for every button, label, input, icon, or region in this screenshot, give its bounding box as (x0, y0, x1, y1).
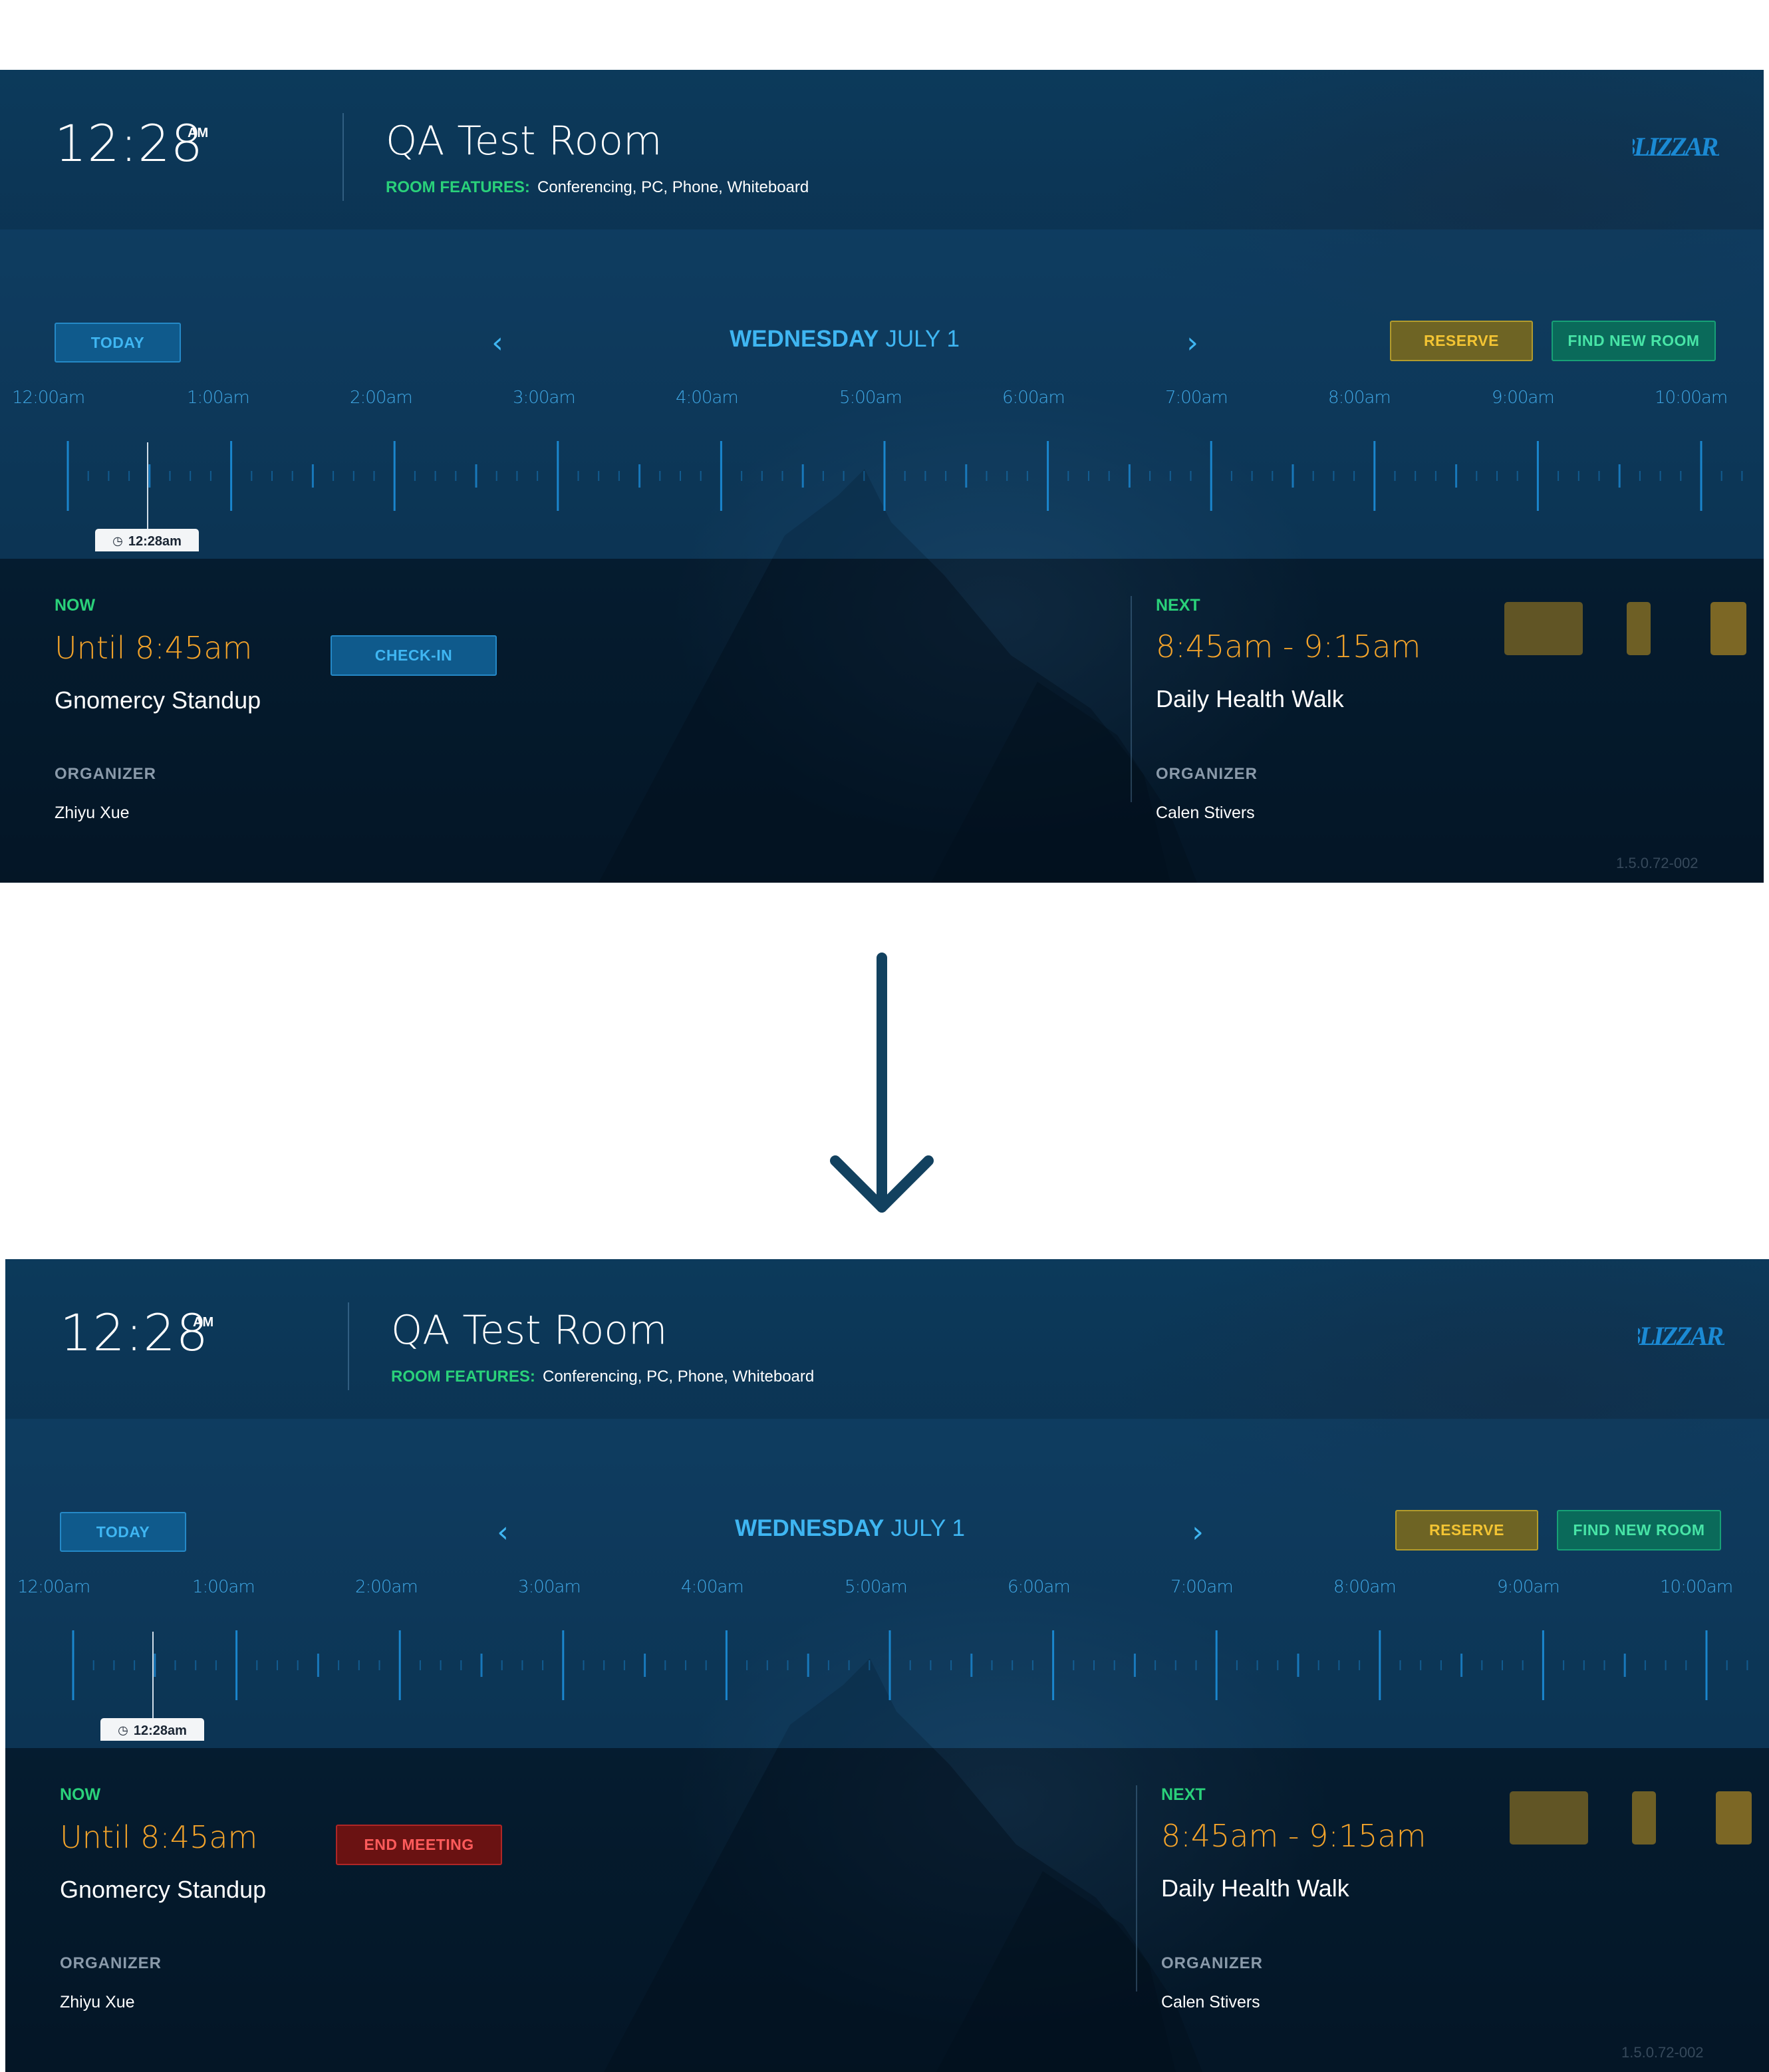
hour-label: 4:00am (681, 1577, 744, 1597)
hour-label: 3:00am (513, 388, 576, 408)
down-arrow-icon (830, 953, 934, 1213)
schedule-toolbar: TODAY ‹ WEDNESDAY JULY 1 › RESERVE FIND N… (5, 1419, 1769, 1845)
current-time-badge-text: 12:28am (133, 1723, 187, 1738)
next-label: NEXT (1161, 1785, 1206, 1804)
next-organizer-name: Calen Stivers (1156, 804, 1255, 822)
version-number: 1.5.0.72-002 (1621, 2044, 1704, 2061)
am-pm-indicator: AM (188, 126, 209, 140)
date-day: WEDNESDAY (735, 1515, 884, 1541)
hour-label: 3:00am (518, 1577, 581, 1597)
today-button[interactable]: TODAY (55, 323, 181, 363)
check-in-button[interactable]: CHECK-IN (331, 635, 497, 676)
now-meeting-time: Until 8:45am (60, 1819, 258, 1855)
next-meeting-title: Daily Health Walk (1156, 685, 1344, 712)
now-organizer-name: Zhiyu Xue (60, 1993, 135, 2011)
current-time-badge-text: 12:28am (128, 534, 182, 549)
hour-label: 1:00am (187, 388, 250, 408)
chevron-left-icon[interactable]: ‹ (489, 1512, 516, 1552)
reserve-button[interactable]: RESERVE (1390, 321, 1533, 361)
hour-label: 6:00am (1002, 388, 1065, 408)
room-name: QA Test Room (391, 1307, 668, 1354)
next-meeting-time: 8:45am - 9:15am (1161, 1818, 1427, 1854)
am-pm-indicator: AM (193, 1315, 214, 1330)
hour-label: 12:00am (12, 388, 85, 408)
hour-label: 8:00am (1333, 1577, 1397, 1597)
hour-label: 7:00am (1165, 388, 1228, 408)
meeting-details: NOW Until 8:45am Gnomercy Standup ORGANI… (0, 559, 1764, 883)
hour-label: 5:00am (839, 388, 902, 408)
date-month-day: JULY 1 (885, 326, 960, 352)
next-meeting-title: Daily Health Walk (1161, 1874, 1349, 1902)
hour-label: 8:00am (1328, 388, 1391, 408)
clock-icon: ◷ (118, 1723, 128, 1737)
current-time-marker (147, 442, 148, 533)
chevron-right-icon[interactable]: › (1179, 323, 1206, 363)
svg-text:BLIZZARD: BLIZZARD (1633, 132, 1719, 162)
header-divider (342, 113, 344, 201)
blizzard-logo: BLIZZARD (1633, 132, 1719, 162)
next-meeting-time: 8:45am - 9:15am (1156, 629, 1421, 665)
now-label: NOW (55, 596, 96, 615)
header-divider (348, 1302, 349, 1390)
next-organizer-label: ORGANIZER (1156, 765, 1258, 783)
schedule-toolbar: TODAY ‹ WEDNESDAY JULY 1 › RESERVE FIND N… (0, 229, 1764, 655)
current-time-badge: ◷ 12:28am (95, 529, 199, 551)
header: 12:28 AM QA Test Room ROOM FEATURES: Con… (0, 70, 1764, 229)
now-organizer-name: Zhiyu Xue (55, 804, 130, 822)
find-new-room-button[interactable]: FIND NEW ROOM (1552, 321, 1716, 361)
next-divider (1136, 1785, 1137, 1992)
header: 12:28 AM QA Test Room ROOM FEATURES: Con… (5, 1259, 1769, 1419)
hour-label: 12:00am (17, 1577, 90, 1597)
timeline-ticks (72, 1630, 1748, 1700)
hour-label: 9:00am (1497, 1577, 1560, 1597)
find-new-room-button[interactable]: FIND NEW ROOM (1557, 1510, 1721, 1551)
room-features-label: ROOM FEATURES: (386, 178, 530, 196)
date-month-day: JULY 1 (890, 1515, 965, 1541)
next-label: NEXT (1156, 596, 1200, 615)
date-day: WEDNESDAY (730, 326, 879, 352)
hour-label: 10:00am (1660, 1577, 1733, 1597)
today-button[interactable]: TODAY (60, 1512, 186, 1552)
chevron-right-icon[interactable]: › (1184, 1512, 1211, 1552)
next-divider (1131, 596, 1132, 802)
now-meeting-title: Gnomercy Standup (55, 686, 261, 714)
date-label: WEDNESDAY JULY 1 (599, 326, 1091, 353)
next-organizer-label: ORGANIZER (1161, 1954, 1263, 1972)
now-meeting-title: Gnomercy Standup (60, 1876, 267, 1903)
current-time: 12:28 (55, 114, 204, 173)
room-display-before: 12:28 AM QA Test Room ROOM FEATURES: Con… (0, 70, 1764, 883)
hour-label: 10:00am (1655, 388, 1728, 408)
hour-label: 4:00am (676, 388, 739, 408)
now-meeting-time: Until 8:45am (55, 630, 253, 666)
current-time-badge: ◷ 12:28am (100, 1718, 204, 1741)
date-label: WEDNESDAY JULY 1 (604, 1515, 1096, 1542)
hour-label: 9:00am (1492, 388, 1555, 408)
chevron-left-icon[interactable]: ‹ (484, 323, 511, 363)
hour-label: 2:00am (355, 1577, 418, 1597)
hour-label: 1:00am (192, 1577, 255, 1597)
version-number: 1.5.0.72-002 (1616, 855, 1699, 871)
hour-label: 5:00am (845, 1577, 908, 1597)
now-organizer-label: ORGANIZER (55, 765, 156, 783)
now-organizer-label: ORGANIZER (60, 1954, 162, 1972)
room-display-after: 12:28 AM QA Test Room ROOM FEATURES: Con… (5, 1259, 1769, 2072)
hour-label: 7:00am (1170, 1577, 1234, 1597)
room-features-label: ROOM FEATURES: (391, 1368, 535, 1386)
meeting-details: NOW Until 8:45am Gnomercy Standup ORGANI… (5, 1748, 1769, 2072)
room-name: QA Test Room (386, 118, 662, 164)
next-organizer-name: Calen Stivers (1161, 1993, 1260, 2011)
now-label: NOW (60, 1785, 101, 1804)
current-time-marker (152, 1632, 154, 1723)
room-features-value: Conferencing, PC, Phone, Whiteboard (543, 1368, 815, 1386)
current-time: 12:28 (60, 1303, 209, 1362)
blizzard-logo: BLIZZARD (1638, 1321, 1724, 1351)
end-meeting-button[interactable]: END MEETING (336, 1825, 502, 1865)
clock-icon: ◷ (112, 534, 123, 548)
hour-label: 6:00am (1008, 1577, 1071, 1597)
timeline-ticks (67, 441, 1743, 511)
hour-label: 2:00am (350, 388, 413, 408)
room-features-value: Conferencing, PC, Phone, Whiteboard (537, 178, 809, 196)
reserve-button[interactable]: RESERVE (1395, 1510, 1538, 1551)
svg-text:BLIZZARD: BLIZZARD (1638, 1321, 1724, 1351)
